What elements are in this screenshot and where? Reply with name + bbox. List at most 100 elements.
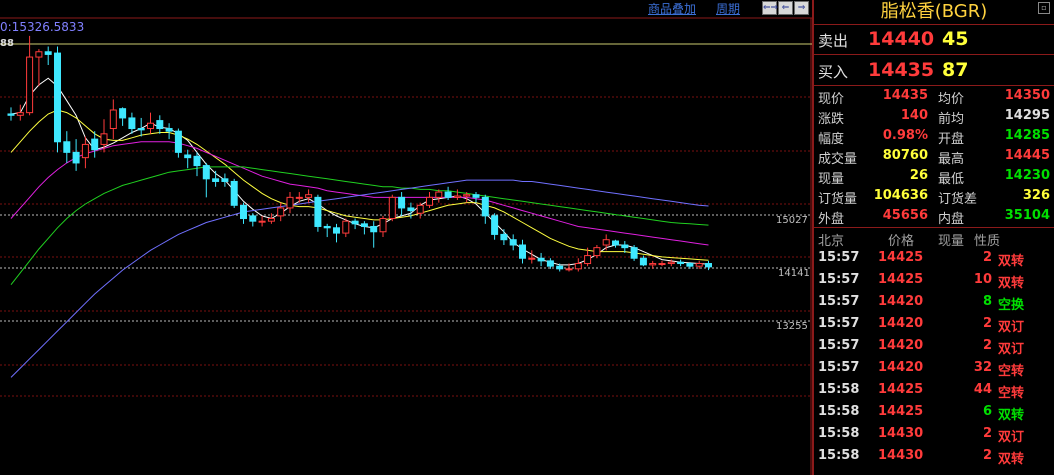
tick-time: 15:57	[818, 338, 860, 353]
candle-body	[426, 196, 433, 206]
period-link[interactable]: 周期	[716, 0, 740, 17]
moving-average-line	[10, 179, 709, 378]
overlay-commodity-link[interactable]: 商品叠加	[648, 0, 696, 17]
candle-body	[621, 244, 629, 249]
candle-body	[463, 194, 471, 197]
stat-label: 开盘	[938, 132, 965, 147]
stat-label: 均价	[938, 92, 965, 107]
candle-body	[249, 215, 257, 222]
candle-body	[202, 165, 210, 180]
candle-body	[63, 141, 71, 153]
candle-body	[91, 138, 99, 151]
tick-time: 15:58	[818, 426, 860, 441]
candle-body	[528, 257, 536, 260]
stat-label: 涨跌	[818, 112, 845, 127]
tick-row[interactable]: 15:57 14420 2 双订	[814, 316, 1054, 338]
tick-volume: 2	[982, 426, 992, 441]
tick-time: 15:58	[818, 404, 860, 419]
candle-body	[184, 154, 192, 159]
tick-type: 双订	[998, 320, 1025, 335]
ask-price: 14440	[868, 28, 935, 50]
candle-body	[267, 218, 275, 222]
candle-body	[295, 196, 303, 199]
candle-body	[453, 195, 461, 198]
tick-type: 双转	[998, 276, 1025, 291]
candle-body	[686, 263, 694, 267]
candle-body	[444, 191, 452, 198]
stat-value: 326	[1022, 188, 1050, 203]
tick-volume: 32	[973, 360, 992, 375]
candle-body	[537, 257, 545, 262]
price-level-label: 14141	[778, 268, 810, 279]
divider	[814, 85, 1054, 86]
candle-body	[165, 128, 173, 132]
tick-row[interactable]: 15:57 14420 8 空换	[814, 294, 1054, 316]
tick-row[interactable]: 15:58 14425 6 双转	[814, 404, 1054, 426]
stat-label: 幅度	[818, 132, 845, 147]
candle-body	[100, 133, 108, 145]
stat-label: 前均	[938, 112, 965, 127]
candle-body	[472, 194, 480, 198]
candle-body	[221, 178, 229, 182]
candle-body	[230, 180, 238, 206]
candle-body	[574, 263, 582, 270]
candle-body	[81, 143, 89, 159]
candle-body	[500, 233, 508, 241]
candle-body	[649, 263, 657, 266]
tick-volume: 2	[982, 316, 992, 331]
candle-body	[667, 261, 675, 265]
candle-body	[16, 112, 24, 116]
divider	[814, 227, 1054, 228]
stat-value: 0.98%	[882, 128, 928, 143]
ticks-header-type: 性质	[974, 234, 1001, 249]
candle-body	[695, 263, 703, 267]
candle-body	[351, 220, 359, 225]
kline-chart[interactable]: 商品叠加 周期 ⇐⇒ ⇐ ⇒ 0:15326.5833 88 15027 141…	[0, 0, 812, 475]
ticks-header-volume: 现量	[938, 234, 965, 249]
stat-value: 35104	[1004, 208, 1050, 223]
candle-body	[481, 196, 489, 217]
tick-row[interactable]: 15:58 14425 44 空转	[814, 382, 1054, 404]
tick-volume: 2	[982, 338, 992, 353]
candle-body	[658, 263, 666, 266]
candle-body	[370, 225, 378, 233]
stat-value: 14295	[1004, 108, 1050, 123]
ticks-header-price: 价格	[888, 234, 915, 249]
stat-value: 140	[900, 108, 928, 123]
moving-average-line	[10, 77, 709, 266]
window-toggle-icon[interactable]: ▫	[1038, 2, 1050, 14]
candle-body	[156, 120, 164, 130]
tick-row[interactable]: 15:57 14425 2 双转	[814, 250, 1054, 272]
zoom-toggle-button[interactable]: ⇐⇒	[762, 1, 778, 15]
tick-row[interactable]: 15:57 14425 10 双转	[814, 272, 1054, 294]
candle-body	[174, 130, 182, 153]
candle-body	[240, 204, 247, 220]
candle-body	[677, 261, 685, 265]
tick-row[interactable]: 15:58 14430 2 双订	[814, 426, 1054, 448]
candle-body	[630, 247, 638, 259]
candle-body	[193, 155, 201, 167]
tick-type: 双订	[998, 430, 1025, 445]
scroll-left-button[interactable]: ⇐	[778, 1, 793, 15]
stat-value: 14285	[1004, 128, 1050, 143]
moving-average-line	[10, 109, 709, 261]
ticks-header-time: 北京	[818, 234, 845, 249]
tick-price: 14425	[878, 404, 924, 419]
tick-row[interactable]: 15:58 14430 2 双转	[814, 448, 1054, 470]
tick-type: 空转	[998, 386, 1025, 401]
candle-body	[435, 191, 443, 198]
candle-body	[109, 109, 117, 130]
candle-body	[342, 220, 350, 234]
candle-body	[379, 218, 387, 233]
kline-chart-svg[interactable]	[0, 0, 812, 475]
tick-type: 双转	[998, 452, 1025, 467]
candle-body	[360, 223, 368, 227]
tick-row[interactable]: 15:57 14420 32 空转	[814, 360, 1054, 382]
stat-label: 外盘	[818, 212, 845, 227]
stat-label: 订货差	[938, 192, 978, 207]
tick-time: 15:57	[818, 294, 860, 309]
ask-label: 卖出	[818, 32, 849, 50]
scroll-right-button[interactable]: ⇒	[794, 1, 809, 15]
candle-body	[398, 196, 406, 209]
tick-row[interactable]: 15:57 14420 2 双订	[814, 338, 1054, 360]
